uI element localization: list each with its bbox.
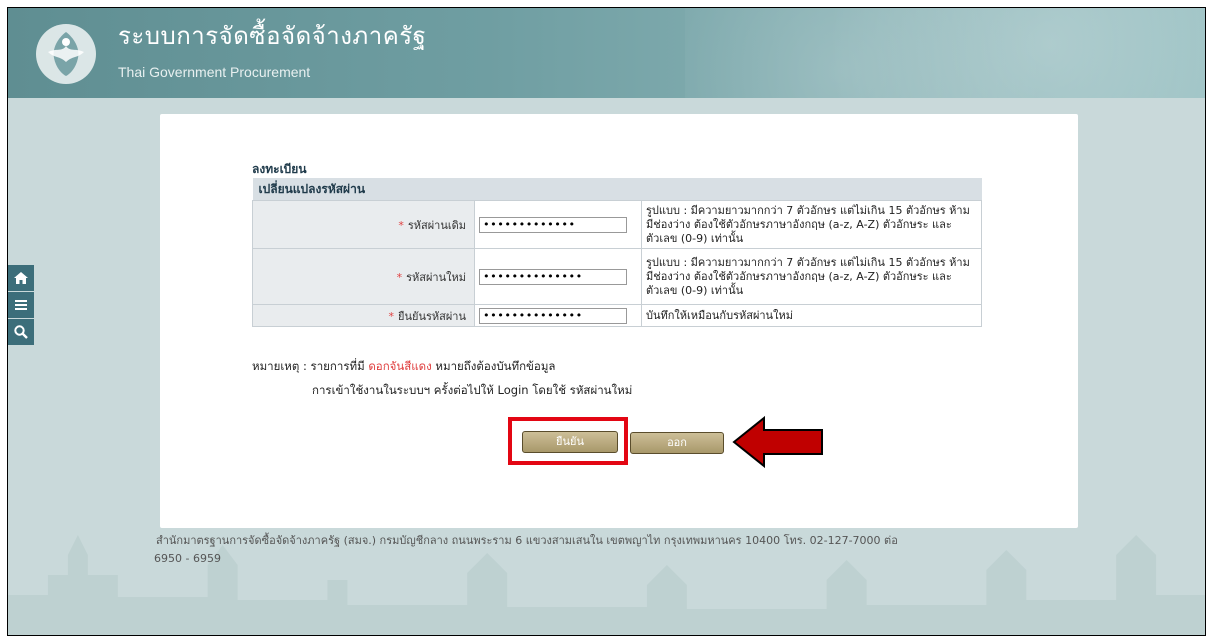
section-header: เปลี่ยนแปลงรหัสผ่าน (252, 178, 982, 201)
confirm-password-hint: บันทึกให้เหมือนกับรหัสผ่านใหม่ (641, 304, 982, 327)
exit-button[interactable]: ออก (630, 432, 724, 454)
required-note-red: ดอกจันสีแดง (368, 359, 432, 373)
search-icon (14, 325, 28, 339)
footer-address: สำนักมาตรฐานการจัดซื้อจัดจ้างภาครัฐ (สมจ… (156, 534, 898, 547)
confirm-button[interactable]: ยืนยัน (522, 431, 618, 453)
menu-icon (15, 300, 27, 310)
change-password-form: เปลี่ยนแปลงรหัสผ่าน * รหัสผ่านเดิม ••••••… (252, 178, 982, 327)
left-rail (8, 265, 34, 346)
footer-phone-ext: 6950 - 6959 (154, 552, 221, 565)
rail-menu-button[interactable] (8, 292, 34, 318)
form-row-old-password: * รหัสผ่านเดิม ••••••••••••• รูปแบบ : มีค… (252, 200, 982, 249)
login-note: การเข้าใช้งานในระบบฯ ครั้งต่อไปให้ Login… (312, 383, 633, 397)
footer: สำนักมาตรฐานการจัดซื้อจัดจ้างภาครัฐ (สมจ… (154, 532, 976, 568)
content-card: ลงทะเบียน เปลี่ยนแปลงรหัสผ่าน * รหัสผ่านเ… (160, 114, 1078, 528)
new-password-input[interactable]: •••••••••••••• (479, 268, 627, 285)
new-password-label: * รหัสผ่านใหม่ (252, 248, 475, 305)
government-emblem-logo (36, 24, 96, 84)
confirm-password-input[interactable]: •••••••••••••• (479, 307, 627, 324)
rail-search-button[interactable] (8, 319, 34, 345)
new-password-hint: รูปแบบ : มีความยาวมากกว่า 7 ตัวอักษร แต่… (641, 248, 982, 305)
required-mark: * (388, 309, 395, 323)
rail-home-button[interactable] (8, 265, 34, 291)
required-mark: * (398, 218, 404, 232)
site-header: ระบบการจัดซื้อจัดจ้างภาครัฐ Thai Governm… (8, 8, 1205, 98)
left-arrow-icon (732, 415, 823, 469)
home-icon (14, 272, 28, 284)
old-password-hint: รูปแบบ : มีความยาวมากกว่า 7 ตัวอักษร แต่… (641, 200, 982, 249)
site-subtitle: Thai Government Procurement (118, 64, 311, 80)
browser-frame: ระบบการจัดซื้อจัดจ้างภาครัฐ Thai Governm… (7, 7, 1206, 636)
page-title: ลงทะเบียน (252, 162, 307, 176)
form-row-confirm-password: * ยืนยันรหัสผ่าน •••••••••••••• บันทึกให้… (252, 304, 982, 327)
old-password-input[interactable]: ••••••••••••• (479, 216, 627, 233)
form-row-new-password: * รหัสผ่านใหม่ •••••••••••••• รูปแบบ : มี… (252, 248, 982, 305)
confirm-password-label: * ยืนยันรหัสผ่าน (252, 304, 475, 327)
required-note: หมายเหตุ : รายการที่มี ดอกจันสีแดง หมายถ… (252, 359, 556, 373)
old-password-label: * รหัสผ่านเดิม (252, 200, 475, 249)
required-mark: * (396, 270, 403, 284)
site-title: ระบบการจัดซื้อจัดจ้างภาครัฐ (118, 22, 427, 50)
